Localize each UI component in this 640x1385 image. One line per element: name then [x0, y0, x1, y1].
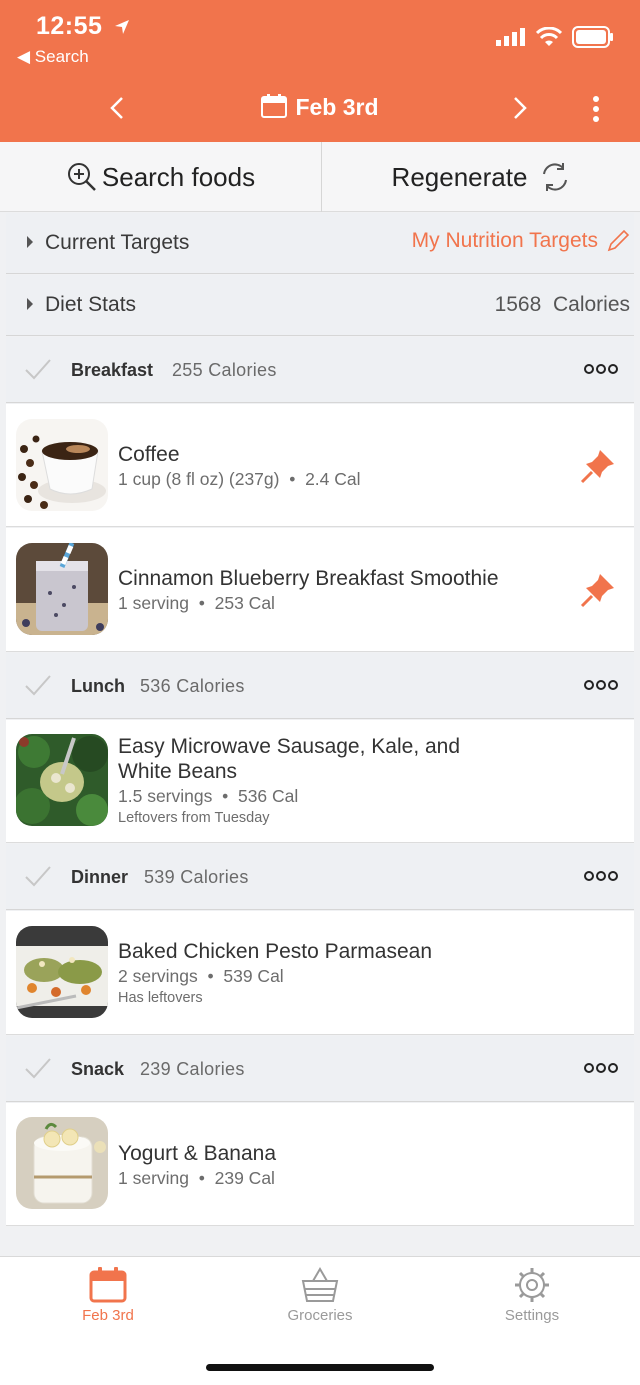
tab-settings[interactable]: Settings [452, 1267, 612, 1324]
search-foods-button[interactable]: Search foods [0, 142, 322, 212]
chevron-right-icon[interactable] [505, 94, 533, 122]
food-image-sausage-kale [16, 734, 108, 826]
search-foods-label: Search foods [101, 161, 256, 192]
meal-header-snack: Snack 239 Calories [6, 1036, 634, 1102]
calendar-icon [89, 1267, 127, 1303]
meal-name: Dinner [71, 867, 129, 887]
meal-name: Lunch [71, 676, 125, 696]
my-nutrition-targets-link[interactable]: My Nutrition Targets [412, 229, 630, 253]
food-title: Baked Chicken Pesto Parmasean [118, 940, 433, 963]
meal-name: Breakfast [71, 360, 154, 380]
current-targets-label: Current Targets [45, 231, 190, 254]
wifi-icon [536, 27, 562, 46]
meal-calories: 536 Calories [140, 676, 245, 696]
more-horizontal-icon[interactable] [584, 1062, 618, 1074]
more-horizontal-icon[interactable] [584, 363, 618, 375]
meal-name: Snack [71, 1059, 125, 1079]
date-nav: Feb 3rd [0, 86, 640, 132]
app-header: 12:55 ◀ Search Feb 3rd [0, 0, 640, 142]
food-item-coffee[interactable]: Coffee 1 cup (8 fl oz) (237g) • 2.4 Cal [6, 404, 634, 527]
checkmark-icon[interactable] [24, 1056, 52, 1080]
food-serving: 1 cup (8 fl oz) (237g) • 2.4 Cal [118, 469, 361, 489]
meal-calories: 255 Calories [172, 360, 277, 380]
diet-stats-total: 1568 Calories [494, 293, 630, 316]
meal-calories: 239 Calories [140, 1059, 245, 1079]
back-to-search[interactable]: ◀ Search [17, 47, 89, 67]
food-image-yogurt-banana [16, 1117, 108, 1209]
tab-label: Feb 3rd [82, 1307, 134, 1324]
basket-icon [301, 1267, 339, 1302]
food-serving: 1 serving • 253 Cal [118, 593, 275, 613]
food-title: Coffee [118, 443, 180, 466]
food-text: Baked Chicken Pesto Parmasean 2 servings… [118, 939, 564, 1008]
gear-icon [515, 1268, 549, 1302]
status-time: 12:55 [36, 12, 130, 41]
diet-stats-row[interactable]: Diet Stats 1568 Calories [6, 275, 634, 336]
meal-calories: 539 Calories [144, 867, 249, 887]
zoom-in-icon [67, 163, 96, 191]
food-note: Has leftovers [118, 990, 203, 1006]
more-vertical-icon[interactable] [586, 94, 606, 124]
food-title: Cinnamon Blueberry Breakfast Smoothie [118, 567, 499, 590]
food-image-smoothie [16, 543, 108, 635]
food-item-yogurt-banana[interactable]: Yogurt & Banana 1 serving • 239 Cal [6, 1103, 634, 1226]
tab-bar: Feb 3rd Groceries Settings [0, 1256, 640, 1385]
food-text: Yogurt & Banana 1 serving • 239 Cal [118, 1141, 564, 1190]
pencil-icon [607, 229, 630, 252]
current-targets-row[interactable]: Current Targets My Nutrition Targets [6, 213, 634, 274]
location-arrow-icon [114, 20, 129, 35]
status-icons [496, 26, 614, 48]
diet-stats-label: Diet Stats [45, 293, 137, 316]
signal-icon [496, 28, 525, 46]
more-horizontal-icon[interactable] [584, 679, 618, 691]
caret-right-icon [27, 298, 33, 310]
food-image-coffee [16, 419, 108, 511]
calendar-icon [261, 94, 288, 118]
caret-right-icon [27, 236, 33, 248]
food-serving: 1.5 servings • 536 Cal [118, 786, 299, 806]
food-item-sausage-kale[interactable]: Easy Microwave Sausage, Kale, and White … [6, 720, 634, 843]
meal-header-dinner: Dinner 539 Calories [6, 844, 634, 910]
checkmark-icon[interactable] [24, 357, 52, 381]
home-indicator[interactable] [206, 1364, 434, 1371]
battery-icon [572, 26, 613, 48]
checkmark-icon[interactable] [24, 864, 52, 888]
food-item-smoothie[interactable]: Cinnamon Blueberry Breakfast Smoothie 1 … [6, 528, 634, 652]
tab-plan[interactable]: Feb 3rd [28, 1267, 188, 1324]
food-title: Yogurt & Banana [118, 1142, 277, 1165]
pin-icon[interactable] [580, 448, 616, 484]
food-note: Leftovers from Tuesday [118, 810, 270, 826]
food-text: Easy Microwave Sausage, Kale, and White … [118, 734, 564, 828]
checkmark-icon[interactable] [24, 673, 52, 697]
meal-header-breakfast: Breakfast 255 Calories [6, 337, 634, 403]
food-serving: 1 serving • 239 Cal [118, 1168, 275, 1188]
food-title-line2: White Beans [118, 760, 238, 783]
food-item-chicken-pesto[interactable]: Baked Chicken Pesto Parmasean 2 servings… [6, 911, 634, 1035]
food-image-chicken-pesto [16, 926, 108, 1018]
meal-header-lunch: Lunch 536 Calories [6, 653, 634, 719]
tab-label: Settings [504, 1307, 560, 1324]
food-text: Cinnamon Blueberry Breakfast Smoothie 1 … [118, 566, 564, 615]
food-serving: 2 servings • 539 Cal [118, 966, 284, 986]
food-title-line1: Easy Microwave Sausage, Kale, and [118, 735, 461, 758]
refresh-icon [543, 163, 568, 191]
tab-groceries[interactable]: Groceries [240, 1267, 400, 1324]
tab-label: Groceries [287, 1307, 353, 1324]
regenerate-label: Regenerate [391, 161, 528, 192]
more-horizontal-icon[interactable] [584, 870, 618, 882]
action-bar: Search foods Regenerate [0, 142, 640, 212]
food-text: Coffee 1 cup (8 fl oz) (237g) • 2.4 Cal [118, 442, 564, 491]
regenerate-button[interactable]: Regenerate [323, 142, 640, 212]
date-title[interactable]: Feb 3rd [0, 94, 640, 121]
pin-icon[interactable] [580, 572, 616, 608]
